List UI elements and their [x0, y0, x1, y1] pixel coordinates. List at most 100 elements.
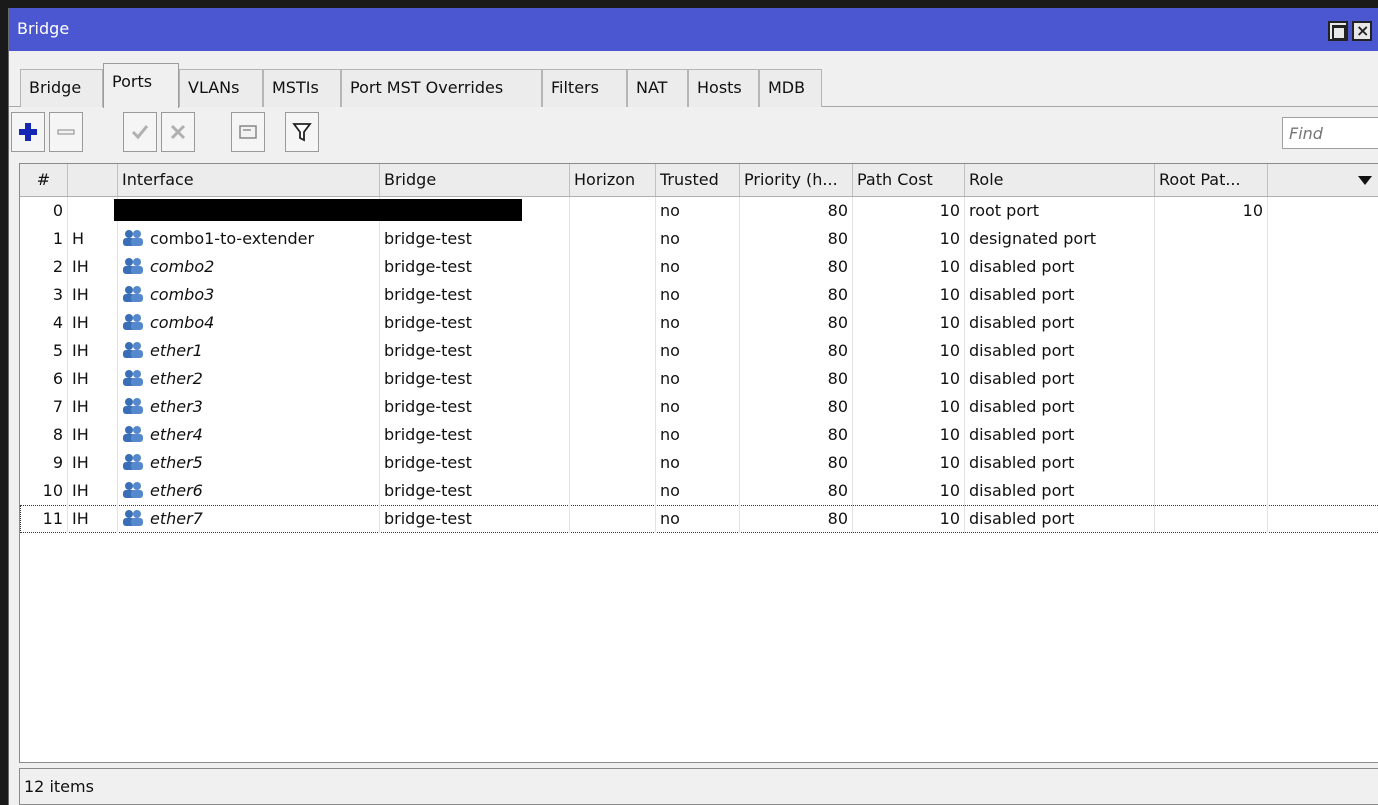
interface-name: ether2 — [150, 369, 203, 388]
close-icon[interactable]: × — [1352, 21, 1372, 41]
interface-name: ether4 — [150, 425, 203, 444]
add-button[interactable] — [11, 112, 45, 152]
cell-role: disabled port — [965, 253, 1155, 281]
cell-role: disabled port — [965, 449, 1155, 477]
find-input[interactable] — [1282, 117, 1378, 149]
table-row[interactable]: 2 IH combo2 bridge-test no 80 10 disabled port — [20, 253, 1378, 281]
tab-filters[interactable]: Filters — [542, 69, 627, 107]
column-header[interactable]: Priority (h... — [740, 164, 853, 196]
cell-trusted: no — [656, 421, 740, 449]
table-row[interactable]: 4 IH combo4 bridge-test no 80 10 disabled port — [20, 309, 1378, 337]
cell-path-cost: 10 — [853, 225, 965, 253]
cell-num: 10 — [20, 477, 68, 505]
cell-root-path — [1155, 365, 1268, 393]
cell-empty — [1268, 393, 1378, 421]
tab-mstis[interactable]: MSTIs — [263, 69, 341, 107]
title-bar[interactable]: Bridge × — [9, 8, 1378, 51]
cell-num: 6 — [20, 365, 68, 393]
ports-table: # Interface Bridge Horizon Trusted Priority (… — [19, 163, 1378, 763]
table-row[interactable]: 9 IH ether5 bridge-test no 80 10 disabled port — [20, 449, 1378, 477]
table-row[interactable]: 5 IH ether1 bridge-test no 80 10 disabled port — [20, 337, 1378, 365]
filter-button[interactable] — [285, 112, 319, 152]
tab-port-mst-overrides[interactable]: Port MST Overrides — [341, 69, 542, 107]
cell-empty — [1268, 421, 1378, 449]
column-header[interactable]: # — [20, 164, 68, 196]
interface-icon — [122, 229, 144, 247]
column-header[interactable]: Interface — [118, 164, 380, 196]
column-header[interactable]: Path Cost — [853, 164, 965, 196]
cell-bridge: bridge-test — [380, 309, 570, 337]
column-header[interactable]: Trusted — [656, 164, 740, 196]
tab-vlans[interactable]: VLANs — [179, 69, 263, 107]
cell-flags: IH — [68, 505, 118, 533]
cell-horizon — [570, 505, 656, 533]
cell-flags: H — [68, 225, 118, 253]
cell-role: disabled port — [965, 337, 1155, 365]
table-row[interactable]: 8 IH ether4 bridge-test no 80 10 disabled port — [20, 421, 1378, 449]
item-count: 12 items — [24, 777, 94, 796]
table-row[interactable]: 1 Hcombo1-to-extender bridge-test no 80 10 des… — [20, 225, 1378, 253]
column-header[interactable]: Root Pat... — [1155, 164, 1268, 196]
cell-empty — [1268, 197, 1378, 225]
cell-horizon — [570, 365, 656, 393]
cell-role: disabled port — [965, 421, 1155, 449]
cell-empty — [1268, 365, 1378, 393]
table-row[interactable]: 6 IH ether2 bridge-test no 80 10 disabled port — [20, 365, 1378, 393]
tab-nat[interactable]: NAT — [627, 69, 688, 107]
cell-trusted: no — [656, 281, 740, 309]
cell-interface: ether1 — [118, 337, 380, 365]
cell-trusted: no — [656, 449, 740, 477]
cell-bridge: bridge-test — [380, 281, 570, 309]
table-row[interactable]: 7 IH ether3 bridge-test no 80 10 disabled port — [20, 393, 1378, 421]
cell-flags: IH — [68, 337, 118, 365]
cell-trusted: no — [656, 477, 740, 505]
cell-root-path — [1155, 505, 1268, 533]
cell-interface: combo2 — [118, 253, 380, 281]
cell-priority: 80 — [740, 365, 853, 393]
cell-role: disabled port — [965, 365, 1155, 393]
enable-button[interactable] — [123, 112, 157, 152]
tab-hosts[interactable]: Hosts — [688, 69, 759, 107]
cell-num: 2 — [20, 253, 68, 281]
interface-icon — [122, 509, 144, 527]
table-row[interactable]: 3 IH combo3 bridge-test no 80 10 disabled port — [20, 281, 1378, 309]
cell-trusted: no — [656, 253, 740, 281]
remove-icon — [55, 121, 77, 143]
tab-mdb[interactable]: MDB — [759, 69, 822, 107]
column-header[interactable]: Horizon — [570, 164, 656, 196]
interface-name: combo2 — [150, 257, 214, 276]
column-header[interactable]: Bridge — [380, 164, 570, 196]
cell-priority: 80 — [740, 197, 853, 225]
window-title: Bridge — [17, 19, 69, 38]
cell-role: designated port — [965, 225, 1155, 253]
tab-bridge[interactable]: Bridge — [20, 69, 103, 107]
table-row[interactable]: 10 IH ether6 bridge-test no 80 10 disabled port — [20, 477, 1378, 505]
cell-path-cost: 10 — [853, 253, 965, 281]
table-row[interactable]: 0 no 80 10 root port 10 — [20, 197, 1378, 225]
bridge-window: Bridge × Bridge Ports VLANs MSTIs Port MST O… — [8, 8, 1378, 805]
column-menu-icon[interactable] — [1358, 176, 1372, 185]
interface-name: ether3 — [150, 397, 203, 416]
cell-priority: 80 — [740, 225, 853, 253]
remove-button[interactable] — [49, 112, 83, 152]
interface-icon — [122, 341, 144, 359]
cell-path-cost: 10 — [853, 421, 965, 449]
cell-flags: IH — [68, 449, 118, 477]
cell-priority: 80 — [740, 253, 853, 281]
disable-button[interactable] — [161, 112, 195, 152]
cell-path-cost: 10 — [853, 309, 965, 337]
cell-horizon — [570, 421, 656, 449]
maximize-icon[interactable] — [1328, 21, 1348, 41]
cell-num: 0 — [20, 197, 68, 225]
interface-icon — [122, 313, 144, 331]
cell-path-cost: 10 — [853, 337, 965, 365]
cell-horizon — [570, 309, 656, 337]
table-row[interactable]: 11 IH ether7 bridge-test no 80 10 disabled port — [20, 505, 1378, 533]
tab-ports[interactable]: Ports — [103, 63, 179, 108]
column-header[interactable]: Role — [965, 164, 1155, 196]
comment-button[interactable] — [231, 112, 265, 152]
cell-empty — [1268, 225, 1378, 253]
column-header[interactable] — [68, 164, 118, 196]
interface-icon — [122, 425, 144, 443]
interface-name: combo4 — [150, 313, 214, 332]
